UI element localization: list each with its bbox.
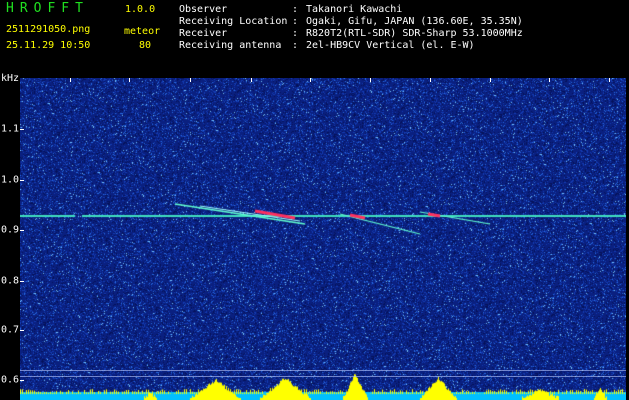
y-tick-mark [20,380,24,381]
spectrogram-canvas [20,78,626,400]
location-value: Ogaki, Gifu, JAPAN (136.60E, 35.35N) [306,16,523,27]
observer-sep: : [292,4,299,15]
reference-line [20,376,626,377]
antenna-label: Receiving antenna [179,40,282,51]
y-tick-mark [20,330,24,331]
receiver-value: R820T2(RTL-SDR) SDR-Sharp 53.1000MHz [306,28,523,39]
x-tick-mark [549,78,550,82]
spectrogram-plot [20,78,626,400]
y-tick-mark [20,230,24,231]
location-label: Receiving Location [179,16,288,27]
x-tick-mark [70,78,71,82]
x-tick-mark [310,78,311,82]
header-panel: HROFFT 1.0.0 2511291050.png meteor 25.11… [0,0,629,78]
app-name: HROFFT [6,1,89,16]
x-tick-mark [370,78,371,82]
y-tick-label: 0.9 [1,224,20,236]
y-tick-label: 1.0 [1,174,20,186]
y-tick-label: 0.8 [1,275,20,287]
x-tick-mark [190,78,191,82]
file-name: 2511291050.png [6,24,91,35]
app-version: 1.0.0 [125,4,156,15]
y-tick-label: 0.6 [1,374,20,386]
receiver-label: Receiver [179,28,228,39]
mode-label: meteor [124,26,161,37]
antenna-sep: : [292,40,299,51]
date-time: 25.11.29 10:50 [6,40,91,51]
receiver-sep: : [292,28,299,39]
axis-unit: kHz [1,73,20,84]
y-tick-label: 1.1 [1,123,20,135]
observer-label: Observer [179,4,228,15]
y-tick-mark [20,129,24,130]
x-tick-mark [129,78,130,82]
meteor-count: 80 [139,40,152,51]
location-sep: : [292,16,299,27]
x-tick-mark [430,78,431,82]
x-tick-mark [251,78,252,82]
antenna-value: 2el-HB9CV Vertical (el. E-W) [306,40,475,51]
x-tick-mark [609,78,610,82]
observer-value: Takanori Kawachi [306,4,403,15]
reference-line [20,370,626,371]
y-tick-mark [20,281,24,282]
x-tick-mark [490,78,491,82]
y-tick-mark [20,180,24,181]
y-tick-label: 0.7 [1,324,20,336]
